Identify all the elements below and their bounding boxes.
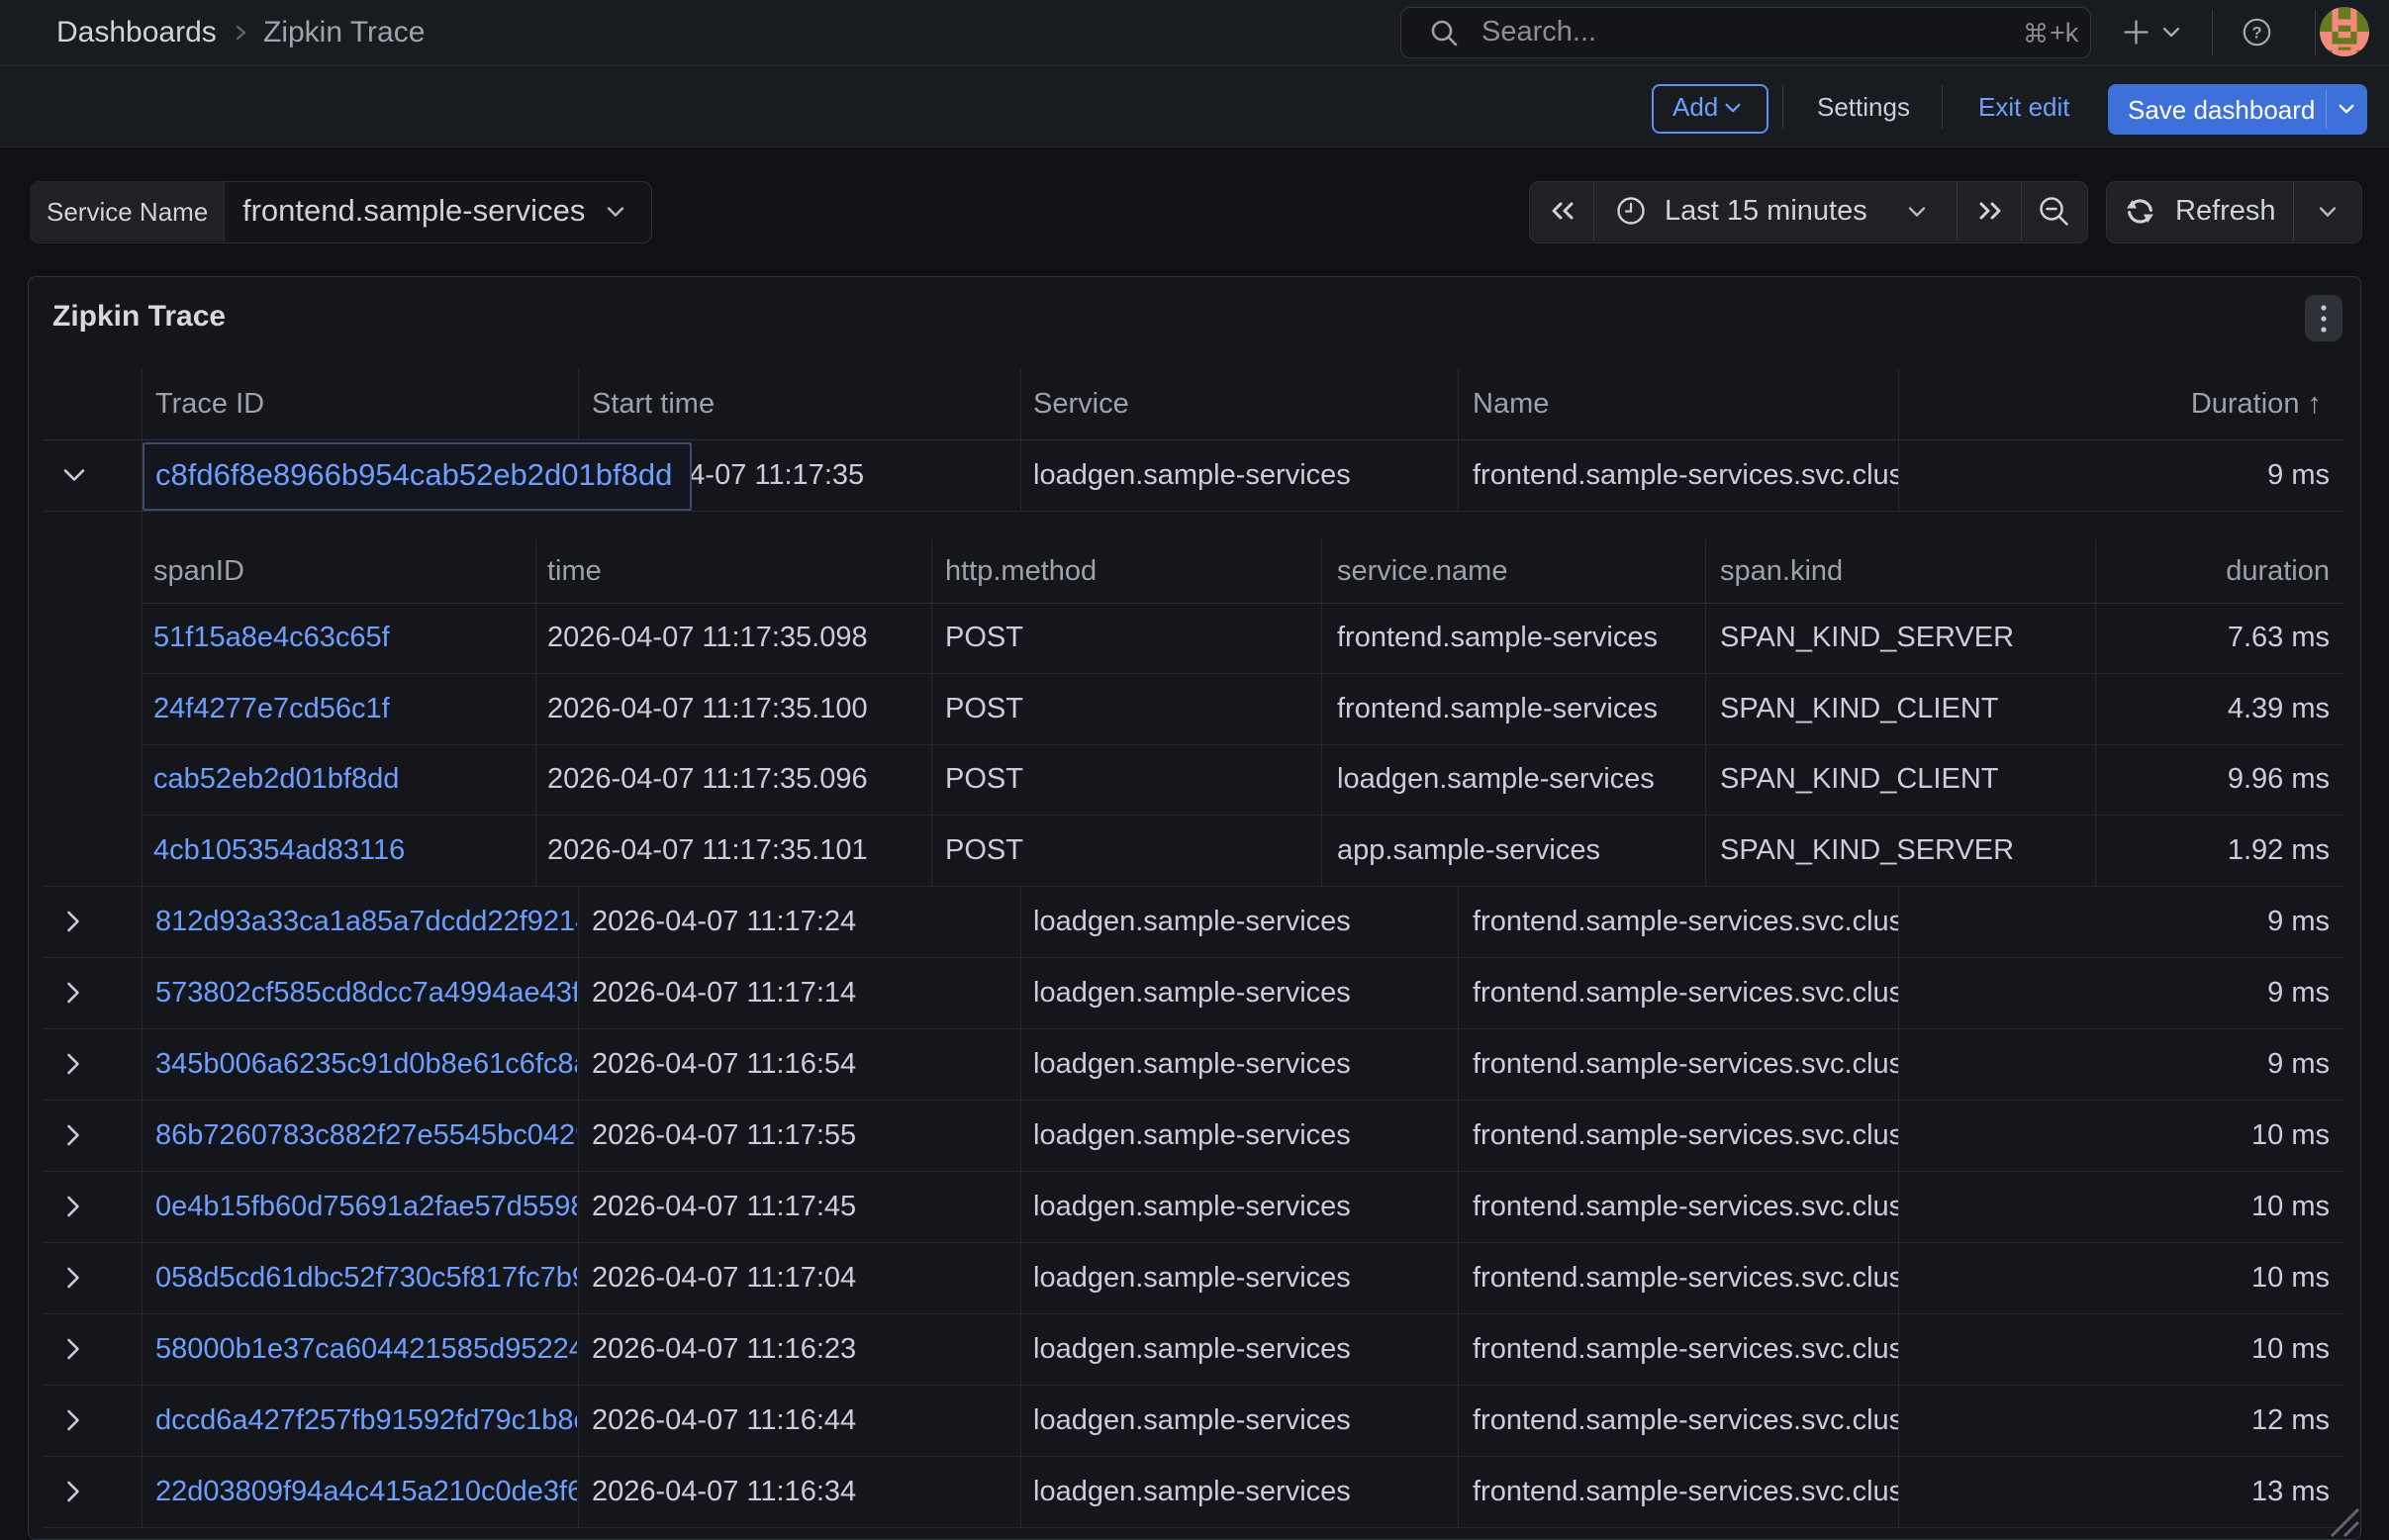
svg-text:?: ? bbox=[2251, 25, 2261, 43]
